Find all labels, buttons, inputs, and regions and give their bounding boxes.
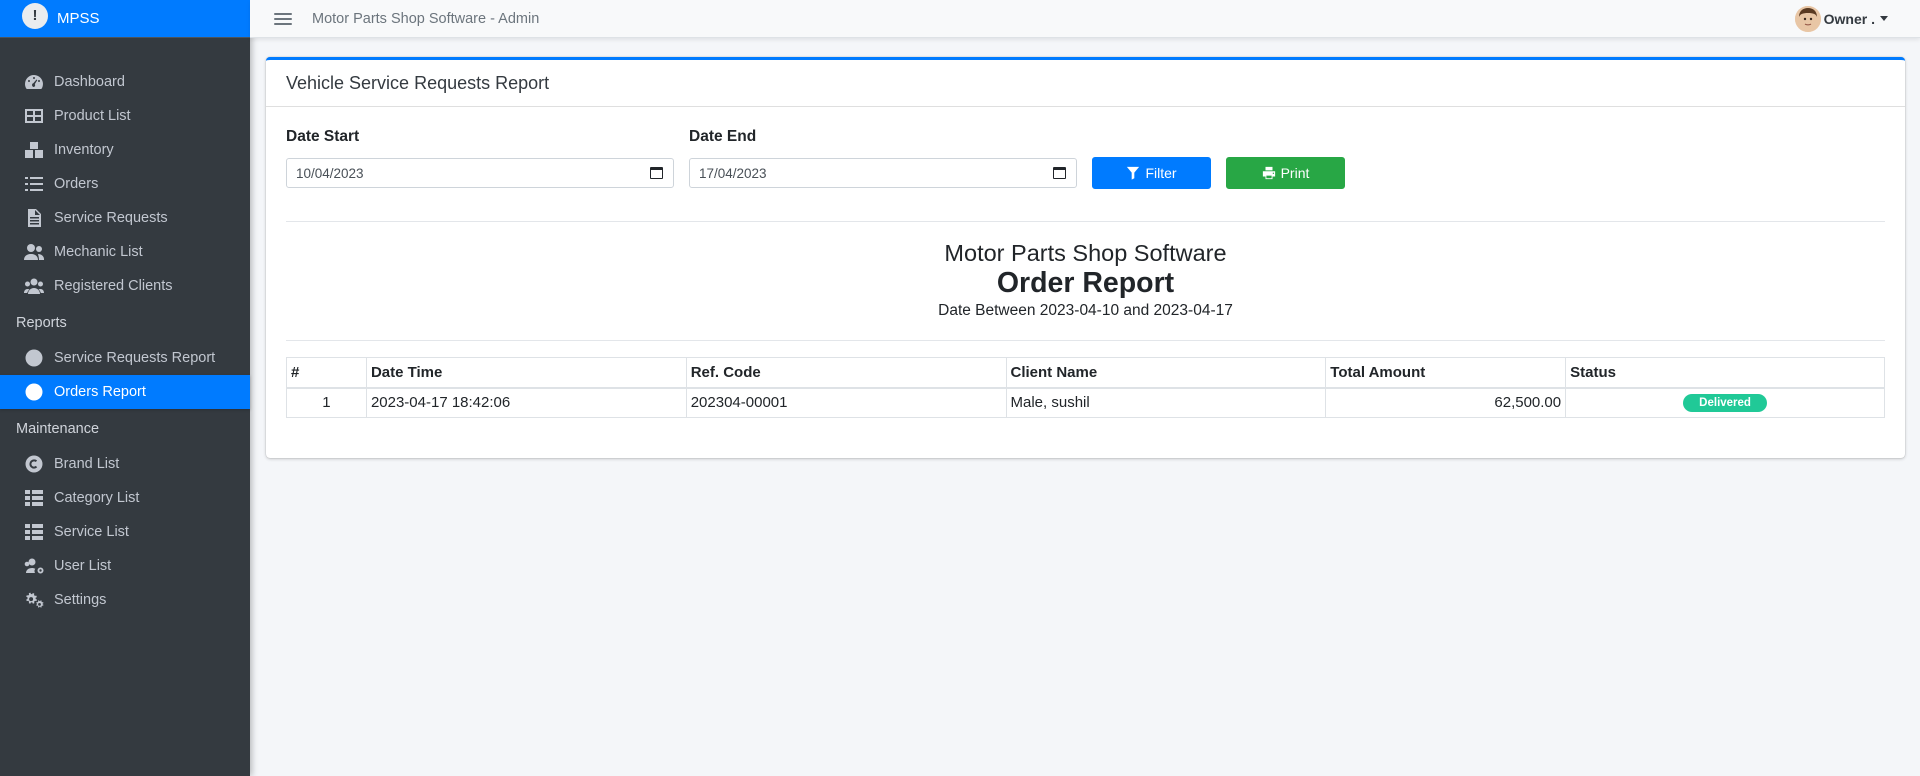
sidebar-item-label: Registered Clients (54, 278, 173, 294)
row-datetime: 2023-04-17 18:42:06 (365, 387, 687, 418)
chevron-down-icon (1880, 16, 1888, 21)
filter-icon (1127, 166, 1140, 180)
sidebar-item-inventory[interactable]: Inventory (0, 133, 250, 167)
divider (286, 340, 1885, 341)
row-number: 1 (286, 387, 367, 418)
user-name: Owner . (1823, 10, 1875, 27)
sidebar-item-user-list[interactable]: User List (0, 549, 250, 583)
sidebar-item-orders[interactable]: Orders (0, 167, 250, 201)
sidebar-item-label: Brand List (54, 456, 120, 472)
user-menu-dropdown[interactable]: Owner . (1794, 5, 1888, 32)
th-list-icon (22, 488, 46, 508)
nav-header-maintenance: Maintenance (16, 421, 100, 437)
row-client-name: Male, sushil (1005, 387, 1327, 418)
sidebar-item-service-requests-report[interactable]: Service Requests Report (0, 341, 250, 375)
sidebar-item-label: Dashboard (54, 74, 125, 90)
page-app-title: Motor Parts Shop Software - Admin (312, 10, 540, 27)
cogs-icon (22, 590, 46, 610)
sidebar-item-label: Product List (54, 108, 131, 124)
copyright-icon (22, 454, 46, 474)
table-row: 1 2023-04-17 18:42:06 202304-00001 Male,… (286, 387, 1885, 418)
table-icon (22, 106, 46, 126)
sidebar-item-label: Mechanic List (54, 244, 143, 260)
circle-icon (22, 382, 46, 402)
dashboard-icon (22, 72, 46, 92)
column-header: Ref. Code (685, 357, 1007, 389)
list-icon (22, 174, 46, 194)
row-total-amount: 62,500.00 (1325, 387, 1567, 418)
sidebar-item-label: Orders (54, 176, 99, 192)
top-navbar: Motor Parts Shop Software - Admin Owner … (250, 0, 1920, 38)
report-date-range: Date Between 2023-04-10 and 2023-04-17 (938, 302, 1233, 319)
th-list-icon (22, 522, 46, 542)
date-end-value: 17/04/2023 (699, 165, 767, 181)
sidebar-item-orders-report[interactable]: Orders Report (0, 375, 250, 409)
circle-icon (22, 348, 46, 368)
sidebar-item-category-list[interactable]: Category List (0, 481, 250, 515)
users-cog-icon (22, 556, 46, 576)
table-header-row: # Date Time Ref. Code Client Name Total … (286, 357, 1885, 389)
brand-logo-icon: ! (22, 2, 48, 29)
menu-toggle-icon[interactable] (274, 12, 292, 25)
sidebar-item-label: Category List (54, 490, 140, 506)
filter-button[interactable]: Filter (1092, 157, 1211, 189)
print-button-label: Print (1280, 165, 1310, 181)
row-ref-code: 202304-00001 (685, 387, 1007, 418)
avatar (1794, 5, 1821, 32)
date-start-value: 10/04/2023 (296, 165, 364, 181)
calendar-icon[interactable] (650, 167, 663, 179)
users-group-icon (22, 276, 46, 296)
sidebar: ! MPSS Dashboard Product List Inventory (0, 0, 250, 776)
sidebar-item-label: Settings (54, 592, 107, 608)
print-button[interactable]: Print (1226, 157, 1345, 189)
sidebar-item-registered-clients[interactable]: Registered Clients (0, 269, 250, 303)
report-table: # Date Time Ref. Code Client Name Total … (286, 357, 1885, 418)
column-header: Status (1565, 357, 1885, 389)
card-title: Vehicle Service Requests Report (266, 60, 1905, 107)
sidebar-item-service-list[interactable]: Service List (0, 515, 250, 549)
date-end-label: Date End (689, 128, 757, 145)
row-status-cell: Delivered (1565, 387, 1885, 418)
divider (286, 221, 1885, 222)
file-icon (22, 208, 46, 228)
sidebar-item-product-list[interactable]: Product List (0, 99, 250, 133)
column-header: Date Time (365, 357, 687, 389)
nav-header-reports: Reports (16, 315, 67, 331)
users-icon (22, 242, 46, 262)
sidebar-nav: Dashboard Product List Inventory Orders … (0, 38, 250, 617)
calendar-icon[interactable] (1053, 167, 1066, 179)
sidebar-item-label: Service Requests (54, 210, 168, 226)
brand-name: MPSS (57, 10, 100, 27)
date-start-field[interactable]: 10/04/2023 (286, 158, 674, 188)
sidebar-item-label: Service List (54, 524, 129, 540)
report-heading: Motor Parts Shop Software Order Report D… (286, 239, 1885, 322)
date-start-label-text: Date Start (286, 128, 360, 145)
report-company: Motor Parts Shop Software (944, 240, 1227, 266)
sidebar-item-dashboard[interactable]: Dashboard (0, 65, 250, 99)
sidebar-item-service-requests[interactable]: Service Requests (0, 201, 250, 235)
date-end-field[interactable]: 17/04/2023 (689, 158, 1077, 188)
sidebar-item-settings[interactable]: Settings (0, 583, 250, 617)
sidebar-item-mechanic-list[interactable]: Mechanic List (0, 235, 250, 269)
status-badge: Delivered (1683, 394, 1767, 413)
brand-link[interactable]: ! MPSS (0, 0, 250, 38)
sidebar-item-label: Orders Report (54, 384, 146, 400)
column-header: Total Amount (1325, 357, 1567, 389)
sidebar-item-label: Inventory (54, 142, 114, 158)
sidebar-item-brand-list[interactable]: Brand List (0, 447, 250, 481)
sidebar-item-label: User List (54, 558, 112, 574)
column-header: # (286, 357, 367, 389)
report-title: Order Report (996, 267, 1175, 299)
filter-button-label: Filter (1145, 165, 1177, 181)
boxes-icon (22, 140, 46, 160)
print-icon (1262, 166, 1275, 180)
sidebar-item-label: Service Requests Report (54, 350, 216, 366)
column-header: Client Name (1005, 357, 1327, 389)
